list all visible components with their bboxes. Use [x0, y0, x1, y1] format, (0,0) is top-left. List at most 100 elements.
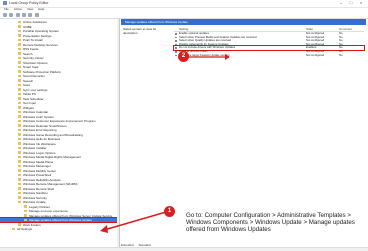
tree-item-label: Portable Operating System — [23, 29, 60, 33]
tree-item[interactable]: Windows Mobility Center — [0, 169, 119, 173]
help-icon[interactable] — [28, 13, 32, 17]
filter-icon[interactable] — [35, 13, 39, 17]
tree-item[interactable]: Manage end user experience — [0, 209, 119, 213]
tree-item-label: Smart Card — [23, 65, 39, 69]
tree-item[interactable]: Legacy Policies — [0, 205, 119, 209]
folder-icon — [18, 196, 21, 199]
maximize-button[interactable]: □ — [346, 0, 356, 6]
step-badge-2: 2 — [178, 51, 189, 62]
tree-scrollbar[interactable] — [117, 19, 119, 247]
tree-item-label: RSS Feeds — [23, 47, 39, 51]
tree-item[interactable]: Windows Color System — [0, 114, 119, 119]
tree-item[interactable]: All Settings — [0, 227, 119, 231]
forward-icon[interactable] — [9, 13, 13, 17]
policy-icon — [175, 40, 177, 42]
tree-item-label: Windows Error Reporting — [23, 128, 57, 132]
tree-item-label: Security Center — [23, 56, 44, 60]
tree-item[interactable]: Store — [0, 83, 119, 87]
tree-item-label: Windows Ink Workspace — [23, 141, 56, 146]
tree-item[interactable]: Work Folders — [0, 223, 119, 227]
menu-file[interactable]: File — [4, 7, 9, 11]
tree-item[interactable]: OOBE — [0, 25, 119, 29]
folder-icon — [18, 92, 21, 96]
tree-item[interactable]: Push To Install — [0, 38, 119, 42]
menu-action[interactable]: Action — [14, 7, 22, 11]
setting-comment: No — [339, 52, 343, 57]
tree-item-label: Windows Color System — [23, 114, 55, 119]
folder-icon — [18, 187, 21, 190]
tree-item[interactable]: Windows Media Digital Rights Management — [0, 155, 119, 159]
tree-item[interactable]: Windows PowerShell — [0, 173, 119, 177]
tree-item[interactable]: Windows Game Recording and Broadcasting — [0, 132, 119, 137]
folder-icon — [24, 214, 27, 217]
tree-item[interactable]: Windows Remote Shell — [0, 187, 119, 191]
tree-item[interactable]: Speech — [0, 79, 119, 83]
policy-icon — [175, 43, 177, 46]
folder-icon — [18, 65, 21, 69]
tree-item[interactable]: Windows Installer — [0, 146, 119, 150]
tree-item[interactable]: Text Input — [0, 101, 119, 105]
tree-item[interactable]: Manage updates offered from Windows Serv… — [0, 214, 119, 218]
folder-icon — [18, 146, 21, 150]
folder-icon — [18, 142, 21, 145]
tree-item[interactable]: RSS Feeds — [0, 47, 119, 51]
tree-item[interactable]: Windows Error Reporting — [0, 128, 119, 132]
tree-item-label: Manage end user experience — [29, 209, 68, 213]
tree-item[interactable]: Remote Desktop Services — [0, 43, 119, 47]
menu-view[interactable]: View — [27, 7, 33, 11]
menu-help[interactable]: Help — [38, 7, 44, 11]
tree-item[interactable]: Windows Media Player — [0, 160, 119, 164]
tree-item-label: Windows Installer — [23, 146, 47, 150]
tree-item[interactable]: Sound Recorder — [0, 74, 119, 78]
back-icon[interactable] — [3, 13, 7, 17]
tree-item[interactable]: Windows Defender SmartScreen — [0, 124, 119, 128]
tree-item[interactable]: Tablet PC — [0, 92, 119, 96]
tree-item[interactable]: Portable Operating System — [0, 29, 119, 33]
tree-item-label: Task Scheduler — [23, 96, 44, 101]
folder-icon — [18, 43, 21, 46]
tree-item[interactable]: Smart Card — [0, 65, 119, 69]
close-button[interactable]: × — [356, 0, 366, 6]
tree-item[interactable]: Software Protection Platform — [0, 70, 119, 74]
tree-item-label: Windows Sandbox — [23, 191, 48, 195]
folder-icon — [18, 20, 21, 24]
tree-item[interactable]: Windows Customer Experience Improvement … — [0, 119, 119, 123]
setting-row[interactable]: Select the target Feature Update version… — [174, 52, 364, 58]
tree-item[interactable]: Sync your settings — [0, 88, 119, 92]
tree-item[interactable]: Windows Ink Workspace — [0, 141, 119, 146]
up-icon[interactable] — [16, 13, 20, 17]
folder-icon — [18, 79, 21, 82]
tree-item[interactable]: Online Assistance — [0, 20, 119, 24]
tree-item[interactable]: Windows Messenger — [0, 164, 119, 168]
tree-item-label: Windows Game Recording and Broadcasting — [23, 132, 83, 137]
folder-icon — [18, 38, 21, 42]
folder-icon — [18, 182, 21, 186]
folder-icon — [18, 74, 21, 78]
tree-item[interactable]: Presentation Settings — [0, 34, 119, 38]
step-badge-1: 1 — [164, 206, 175, 217]
tree-item[interactable]: Windows Security — [0, 195, 119, 200]
tree-item[interactable]: Windows Sandbox — [0, 191, 119, 195]
properties-icon[interactable] — [22, 13, 26, 17]
tree-item[interactable]: Windows Logon Options — [0, 151, 119, 155]
tree-item[interactable]: Shutdown Options — [0, 61, 119, 65]
tree-item[interactable]: Search — [0, 52, 119, 56]
folder-icon — [12, 227, 15, 231]
tree-item-label: Windows Security — [23, 195, 47, 200]
tree-item[interactable]: Windows Update — [0, 200, 119, 204]
tree-item-selected[interactable]: Manage updates offered from Windows Upda… — [0, 217, 119, 223]
minimize-button[interactable]: – — [336, 0, 346, 6]
tree-item[interactable]: Windows Hello for Business — [0, 137, 119, 141]
tree-item[interactable]: Task Scheduler — [0, 96, 119, 101]
tree-item-label: Tablet PC — [23, 92, 37, 96]
folder-icon — [18, 155, 21, 159]
tree-item[interactable]: Widgets — [0, 106, 119, 110]
tree-item[interactable]: Windows Remote Management (WinRM) — [0, 182, 119, 186]
tree-item[interactable]: Security Center — [0, 56, 119, 60]
folder-icon — [18, 151, 21, 154]
folder-icon — [18, 101, 21, 105]
folder-icon — [18, 34, 21, 37]
tree-item[interactable]: Windows Reliability Analysis — [0, 178, 119, 182]
tree-item[interactable]: Windows Calendar — [0, 110, 119, 114]
column-setting[interactable]: Setting — [179, 27, 188, 31]
